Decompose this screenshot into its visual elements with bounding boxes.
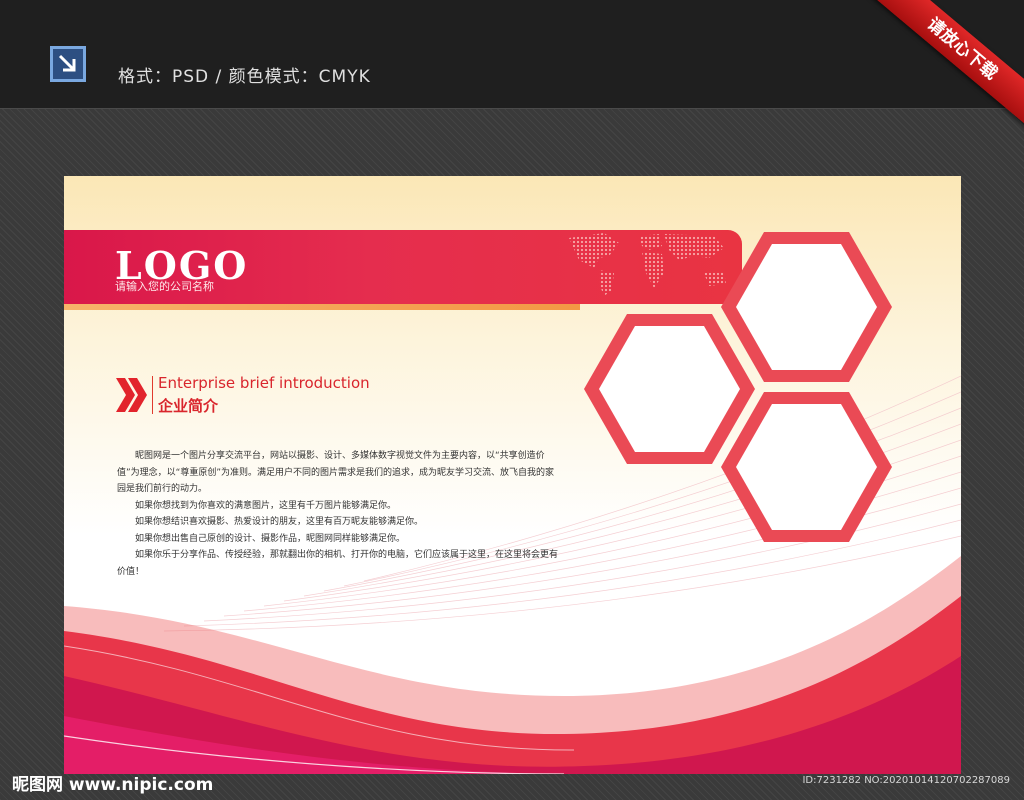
intro-paragraph: 昵图网是一个图片分享交流平台，网站以摄影、设计、多媒体数字视觉文件为主要内容，以…: [117, 451, 554, 494]
company-name: 请输入您的公司名称: [115, 280, 214, 293]
intro-paragraph: 如果你想结识喜欢摄影、热爱设计的朋友，这里有百万昵友能够满足你。: [135, 517, 424, 527]
hexagon-frame-bottom[interactable]: [721, 392, 892, 542]
image-id: ID:7231282 NO:20201014120702287089: [802, 775, 1010, 786]
section-divider: [152, 376, 153, 414]
display-board: LOGO 请输入您的公司名称 Enterprise brief introduc…: [64, 176, 961, 774]
site-watermark: 昵图网 www.nipic.com: [12, 775, 214, 795]
intro-paragraph: 如果你想找到为你喜欢的满意图片，这里有千万图片能够满足你。: [135, 500, 397, 511]
section-title-cn: 企业简介: [158, 397, 219, 415]
chevron-right-icon: [116, 378, 147, 412]
intro-paragraph: 如果你乐于分享作品、传授经验，那就翻出你的相机、打开你的电脑，它们应该属于这里，…: [117, 550, 559, 577]
intro-text: 昵图网是一个图片分享交流平台，网站以摄影、设计、多媒体数字视觉文件为主要内容，以…: [117, 448, 559, 580]
hexagon-frame-left[interactable]: [584, 314, 755, 464]
intro-paragraph: 如果你想出售自己原创的设计、摄影作品，昵图网同样能够满足你。: [135, 533, 406, 544]
arrow-down-right-icon: [50, 46, 86, 82]
photo-frames: [584, 232, 892, 542]
section-title-en: Enterprise brief introduction: [158, 374, 370, 392]
top-bar: 格式：PSD / 颜色模式：CMYK: [0, 0, 1024, 109]
banner-accent-strip: [64, 304, 580, 310]
hexagon-frame-top[interactable]: [721, 232, 892, 382]
format-info: 格式：PSD / 颜色模式：CMYK: [118, 67, 371, 87]
